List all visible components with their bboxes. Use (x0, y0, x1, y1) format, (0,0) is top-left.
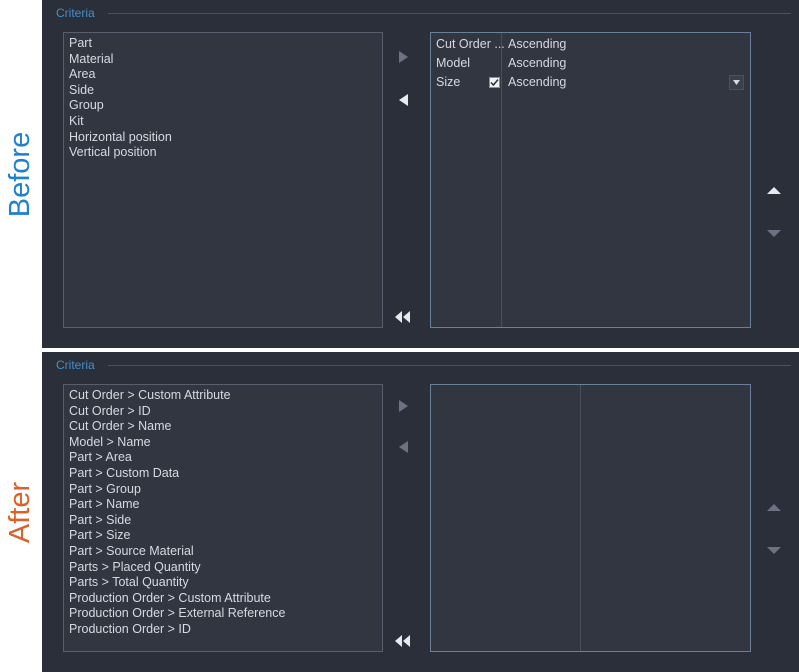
move-criterion-down-button-after[interactable] (765, 541, 783, 559)
triangle-right-icon (398, 400, 408, 412)
screenshot-root: Before Criteria Part Material Area Side Grou… (0, 0, 799, 672)
selected-criteria-table-after[interactable] (430, 384, 751, 652)
groupbox-rule-before (108, 13, 791, 14)
sort-direction-cell: Ascending (508, 56, 567, 70)
criterion-name-cell: Cut Order ... (436, 37, 505, 51)
groupbox-rule-after (108, 365, 791, 366)
criteria-legend-before: Criteria (56, 6, 95, 20)
list-item[interactable]: Parts > Placed Quantity (64, 560, 382, 576)
criteria-groupbox-after: Criteria Cut Order > Custom Attribute Cut… (51, 358, 793, 666)
list-item[interactable]: Kit (64, 114, 382, 130)
before-panel: Criteria Part Material Area Side Group Kit Hor… (42, 0, 799, 348)
triangle-up-icon (767, 186, 781, 194)
available-criteria-items-before: Part Material Area Side Group Kit Horizontal p… (64, 33, 382, 161)
move-criterion-down-button-before[interactable] (765, 224, 783, 242)
list-item[interactable]: Part > Group (64, 482, 382, 498)
list-item[interactable]: Part > Custom Data (64, 466, 382, 482)
criteria-groupbox-before: Criteria Part Material Area Side Group Kit Hor… (51, 6, 793, 342)
list-item[interactable]: Production Order > Custom Attribute (64, 591, 382, 607)
sort-direction-cell: Ascending (508, 75, 567, 89)
selected-criteria-rows-after (431, 385, 750, 387)
list-item[interactable]: Horizontal position (64, 130, 382, 146)
list-item[interactable]: Group (64, 98, 382, 114)
list-item[interactable]: Vertical position (64, 145, 382, 161)
list-item[interactable]: Production Order > ID (64, 622, 382, 638)
chevron-down-icon (733, 80, 740, 85)
list-item[interactable]: Area (64, 67, 382, 83)
list-item[interactable]: Side (64, 83, 382, 99)
available-criteria-items-after: Cut Order > Custom Attribute Cut Order > … (64, 385, 382, 638)
list-item[interactable]: Part > Name (64, 497, 382, 513)
double-chevron-left-icon (395, 311, 410, 323)
triangle-down-icon (767, 546, 781, 554)
triangle-up-icon (767, 503, 781, 511)
list-item[interactable]: Part (64, 36, 382, 52)
list-item[interactable]: Part > Source Material (64, 544, 382, 560)
remove-all-criteria-button-after[interactable] (392, 632, 414, 650)
available-criteria-list-after[interactable]: Cut Order > Custom Attribute Cut Order > … (63, 384, 383, 652)
list-item[interactable]: Part > Side (64, 513, 382, 529)
before-section-label: Before (0, 0, 42, 348)
triangle-down-icon (767, 229, 781, 237)
list-item[interactable]: Material (64, 52, 382, 68)
after-label-text: After (4, 481, 37, 543)
list-item[interactable]: Part > Size (64, 528, 382, 544)
sort-direction-dropdown-button[interactable] (729, 75, 744, 90)
double-chevron-left-icon (395, 635, 410, 647)
add-criterion-button-after[interactable] (394, 397, 412, 415)
table-row[interactable]: Model Ascending (431, 54, 750, 73)
remove-criterion-button-after[interactable] (394, 438, 412, 456)
remove-all-criteria-button-before[interactable] (392, 308, 414, 326)
list-item[interactable]: Cut Order > Name (64, 419, 382, 435)
list-item[interactable]: Production Order > External Reference (64, 606, 382, 622)
table-column-divider-after (580, 385, 581, 651)
table-row[interactable]: Cut Order ... Ascending (431, 35, 750, 54)
list-item[interactable]: Cut Order > Custom Attribute (64, 388, 382, 404)
triangle-left-icon (398, 94, 408, 106)
before-label-text: Before (4, 131, 37, 217)
triangle-right-icon (398, 51, 408, 63)
triangle-left-icon (398, 441, 408, 453)
after-panel: Criteria Cut Order > Custom Attribute Cut… (42, 352, 799, 672)
list-item[interactable]: Part > Area (64, 450, 382, 466)
list-item[interactable]: Cut Order > ID (64, 404, 382, 420)
sort-direction-cell: Ascending (508, 37, 567, 51)
criterion-checkbox[interactable] (489, 77, 500, 88)
list-item[interactable]: Parts > Total Quantity (64, 575, 382, 591)
table-row[interactable]: Size Ascending (431, 73, 750, 92)
criterion-name-cell: Size (436, 75, 461, 89)
move-criterion-up-button-before[interactable] (765, 181, 783, 199)
available-criteria-list-before[interactable]: Part Material Area Side Group Kit Horizontal p… (63, 32, 383, 328)
move-criterion-up-button-after[interactable] (765, 498, 783, 516)
selected-criteria-rows-before: Cut Order ... Ascending Model Ascending Size… (431, 33, 750, 92)
selected-criteria-table-before[interactable]: Cut Order ... Ascending Model Ascending Size… (430, 32, 751, 328)
criteria-legend-after: Criteria (56, 358, 95, 372)
criterion-name-cell: Model (436, 56, 471, 70)
add-criterion-button-before[interactable] (394, 48, 412, 66)
remove-criterion-button-before[interactable] (394, 91, 412, 109)
list-item[interactable]: Model > Name (64, 435, 382, 451)
after-section-label: After (0, 352, 42, 672)
